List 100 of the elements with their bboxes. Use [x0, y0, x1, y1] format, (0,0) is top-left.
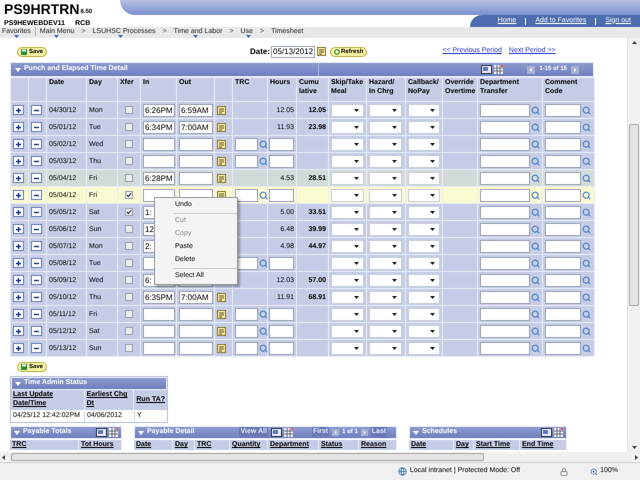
collapse-icon[interactable]	[14, 430, 20, 434]
input-field[interactable]	[179, 154, 213, 168]
dropdown[interactable]	[331, 154, 364, 168]
scroll-down-icon[interactable]	[632, 446, 636, 449]
add-row-button[interactable]	[13, 326, 24, 336]
search-icon[interactable]	[531, 292, 540, 302]
input-field[interactable]	[269, 138, 294, 150]
dropdown[interactable]	[331, 274, 364, 286]
search-icon[interactable]	[531, 174, 540, 182]
input-field[interactable]: 6:26PM	[143, 104, 175, 116]
calendar-icon[interactable]	[217, 106, 226, 114]
dropdown[interactable]	[408, 172, 440, 184]
input-field[interactable]	[480, 324, 530, 338]
search-icon[interactable]	[531, 140, 540, 148]
checkbox[interactable]	[125, 310, 133, 318]
add-row-button[interactable]	[13, 241, 24, 251]
input-field[interactable]	[545, 290, 581, 304]
dropdown-icon[interactable]	[246, 35, 250, 38]
input-field[interactable]	[545, 274, 581, 286]
dropdown-icon[interactable]	[193, 35, 198, 38]
input-field[interactable]	[545, 138, 581, 150]
input-field[interactable]	[480, 172, 530, 184]
collapse-icon[interactable]	[15, 382, 21, 386]
delete-row-button[interactable]	[31, 105, 42, 115]
spreadsheet-icon[interactable]	[109, 428, 118, 437]
search-icon[interactable]	[582, 344, 591, 352]
delete-row-button[interactable]	[31, 139, 42, 149]
dropdown[interactable]	[369, 222, 402, 236]
input-field[interactable]	[480, 308, 530, 320]
delete-row-button[interactable]	[31, 241, 42, 251]
checkbox[interactable]	[125, 157, 133, 165]
search-icon[interactable]	[259, 344, 268, 352]
search-icon[interactable]	[531, 276, 540, 284]
input-field[interactable]	[235, 154, 258, 168]
calendar-icon[interactable]	[217, 310, 226, 318]
dropdown[interactable]	[408, 290, 440, 304]
input-field[interactable]: 7:00AM	[179, 120, 213, 134]
dropdown[interactable]	[408, 240, 440, 252]
add-row-button[interactable]	[13, 190, 24, 200]
input-field[interactable]	[179, 172, 213, 184]
search-icon[interactable]	[582, 310, 591, 318]
input-field[interactable]	[545, 206, 581, 218]
search-icon[interactable]	[582, 276, 591, 284]
calendar-icon[interactable]	[317, 47, 326, 56]
input-field[interactable]	[480, 104, 530, 116]
input-field[interactable]	[179, 138, 213, 150]
dropdown-icon[interactable]	[118, 35, 123, 38]
dropdown[interactable]	[331, 240, 364, 252]
dropdown[interactable]	[331, 120, 364, 134]
input-field[interactable]	[545, 222, 581, 236]
input-field[interactable]	[480, 240, 530, 252]
dropdown[interactable]	[369, 308, 402, 320]
scroll-up-icon[interactable]	[632, 41, 636, 44]
input-field[interactable]	[235, 188, 258, 202]
search-icon[interactable]	[259, 326, 268, 336]
dropdown[interactable]	[408, 138, 440, 150]
input-field[interactable]	[179, 308, 213, 320]
dropdown[interactable]	[369, 206, 402, 218]
input-field[interactable]	[269, 154, 294, 168]
calendar-icon[interactable]	[217, 122, 226, 132]
dropdown[interactable]	[331, 104, 364, 116]
delete-row-button[interactable]	[31, 292, 42, 302]
calendar-icon[interactable]	[217, 326, 226, 336]
search-icon[interactable]	[531, 122, 540, 132]
dropdown[interactable]	[331, 256, 364, 270]
input-field[interactable]: 6:35PM	[143, 290, 175, 304]
dropdown[interactable]	[369, 138, 402, 150]
search-icon[interactable]	[582, 258, 591, 268]
search-icon[interactable]	[582, 208, 591, 216]
scroll-right-icon[interactable]	[635, 454, 638, 460]
spreadsheet-icon[interactable]	[284, 428, 293, 437]
checkbox[interactable]	[125, 174, 133, 182]
delete-row-button[interactable]	[31, 326, 42, 336]
delete-row-button[interactable]	[31, 309, 42, 319]
input-field[interactable]	[480, 274, 530, 286]
dropdown[interactable]	[369, 188, 402, 202]
input-field[interactable]	[545, 104, 581, 116]
input-field[interactable]	[235, 342, 258, 354]
delete-row-button[interactable]	[31, 207, 42, 217]
search-icon[interactable]	[259, 156, 268, 166]
search-icon[interactable]	[582, 242, 591, 250]
dropdown[interactable]	[331, 308, 364, 320]
dropdown[interactable]	[369, 290, 402, 304]
input-field[interactable]	[269, 324, 294, 338]
input-field[interactable]	[545, 240, 581, 252]
input-field[interactable]: 6:28PM	[143, 172, 175, 184]
dropdown[interactable]	[408, 206, 440, 218]
delete-row-button[interactable]	[31, 173, 42, 183]
previous-icon[interactable]	[332, 429, 340, 436]
input-field[interactable]: 6:59AM	[179, 104, 213, 116]
search-icon[interactable]	[531, 310, 540, 318]
search-icon[interactable]	[582, 174, 591, 182]
scroll-thumb[interactable]	[11, 453, 484, 461]
input-field[interactable]	[545, 172, 581, 184]
input-field[interactable]	[235, 308, 258, 320]
dropdown[interactable]	[369, 172, 402, 184]
add-row-button[interactable]	[13, 105, 24, 115]
input-field[interactable]	[545, 154, 581, 168]
search-icon[interactable]	[531, 344, 540, 352]
add-row-button[interactable]	[13, 139, 24, 149]
